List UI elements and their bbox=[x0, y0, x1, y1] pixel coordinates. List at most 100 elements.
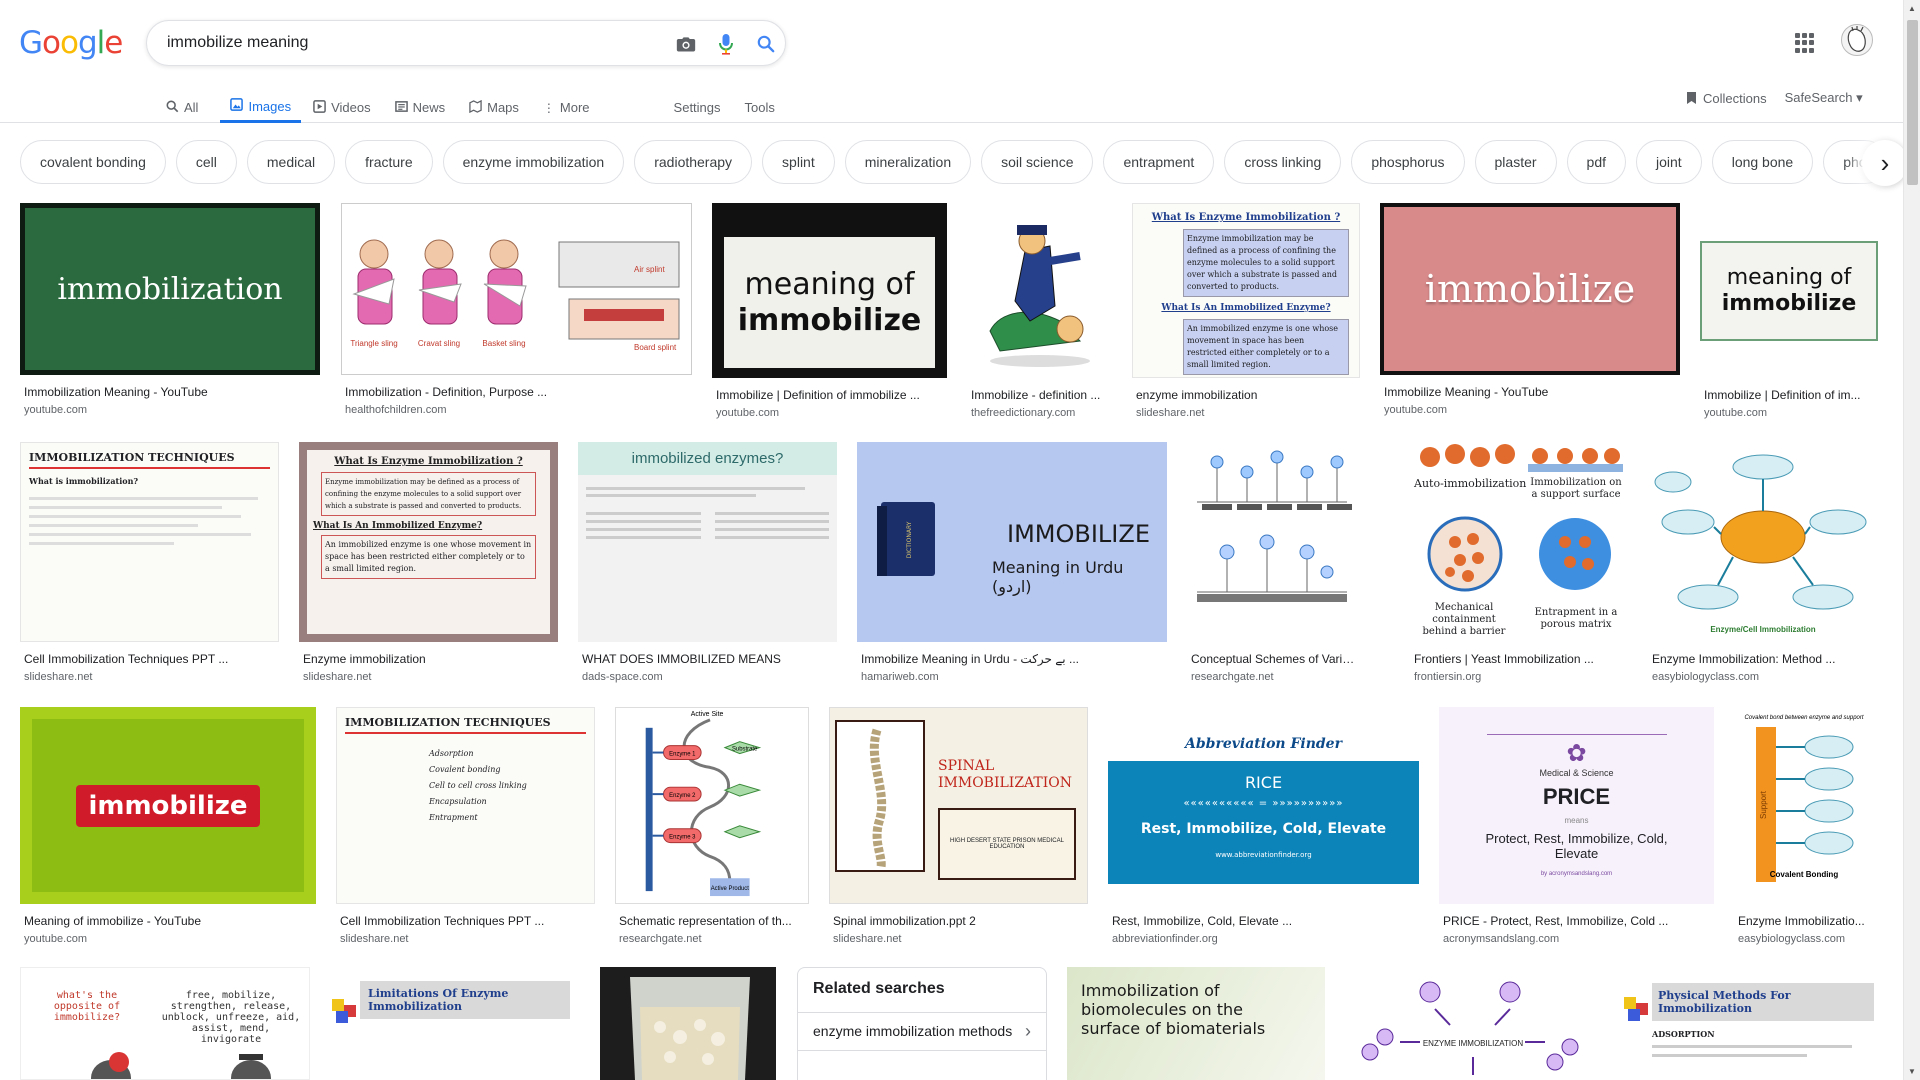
image-result[interactable]: immobilized enzymes? WHAT DOES IMMOBILIZ… bbox=[578, 442, 837, 683]
thumb-text: An immobilized enzyme is one whose movem… bbox=[1183, 319, 1349, 375]
image-result[interactable]: Auto-immobilization Immobilization on a … bbox=[1410, 442, 1628, 683]
image-result[interactable]: what's the opposite of immobilize? free,… bbox=[20, 967, 310, 1080]
image-result[interactable]: IMMOBILIZATION TECHNIQUES What is immobi… bbox=[20, 442, 279, 683]
result-thumbnail: meaning of immobilize bbox=[712, 203, 947, 378]
thumb-text: ADSORPTION bbox=[1652, 1029, 1715, 1039]
image-result[interactable]: DICTIONARY IMMOBILIZE Meaning in Urdu (ا… bbox=[857, 442, 1167, 683]
image-result[interactable]: Active Site Enzyme 1 Enzyme 2 Enzyme 3 S… bbox=[615, 707, 809, 945]
result-thumbnail: Enzyme/Cell Immobilization bbox=[1648, 442, 1878, 642]
image-result[interactable]: immobilize Immobilize Meaning - YouTube … bbox=[1380, 203, 1680, 416]
result-thumbnail: What Is Enzyme Immobilization ? Enzyme i… bbox=[1132, 203, 1360, 378]
thumb-text: Encapsulation bbox=[429, 797, 487, 806]
dictionary-label: DICTIONARY bbox=[906, 521, 913, 558]
result-title: Schematic representation of th... bbox=[619, 914, 792, 928]
result-title: Immobilization - Definition, Purpose ... bbox=[345, 385, 548, 399]
sling-label: Cravat sling bbox=[418, 339, 460, 348]
image-result[interactable]: meaning of immobilize Immobilize | Defin… bbox=[712, 203, 947, 419]
thumb-text: PRICE bbox=[1542, 784, 1611, 809]
image-result[interactable]: What Is Enzyme Immobilization ? Enzyme i… bbox=[299, 442, 558, 683]
thumb-text: Rest, Immobilize, Cold, Elevate bbox=[1140, 821, 1387, 837]
thumb-text: immobilize bbox=[737, 302, 922, 338]
result-thumbnail: immobilization bbox=[20, 203, 320, 375]
thumb-text: IMMOBILIZATION TECHNIQUES bbox=[29, 451, 270, 469]
diagram-label: Enzyme 3 bbox=[669, 835, 696, 841]
image-result[interactable]: Immobilization of biomolecules on the su… bbox=[1067, 967, 1325, 1080]
diagram-label: ENZYME IMMOBILIZATION bbox=[1423, 1039, 1524, 1048]
sling-label: Air splint bbox=[634, 265, 665, 274]
result-thumbnail: IMMOBILIZATION TECHNIQUES What is immobi… bbox=[20, 442, 279, 642]
result-title: Immobilize | Definition of im... bbox=[1704, 388, 1861, 402]
thumb-text: Meaning in Urdu (اردو) bbox=[992, 558, 1124, 596]
image-result[interactable]: Conceptual Schemes of Various ... resear… bbox=[1187, 442, 1357, 683]
result-source: slideshare.net bbox=[1136, 407, 1205, 419]
result-source: thefreedictionary.com bbox=[971, 407, 1076, 419]
result-source: easybiologyclass.com bbox=[1652, 671, 1759, 683]
result-source: dads-space.com bbox=[582, 671, 663, 683]
result-thumbnail: Physical Methods For Immobilization ADSO… bbox=[1618, 967, 1878, 1080]
result-thumbnail: ENZYME IMMOBILIZATION bbox=[1345, 967, 1598, 1080]
result-title: Cell Immobilization Techniques PPT ... bbox=[340, 914, 545, 928]
image-result[interactable]: IMMOBILIZATION TECHNIQUES Adsorption Cov… bbox=[336, 707, 595, 945]
image-result[interactable]: Limitations Of Enzyme Immobilization bbox=[330, 967, 580, 1080]
image-result[interactable]: Abbreviation Finder RICE «««««««««« = »»… bbox=[1108, 707, 1419, 945]
image-result[interactable]: Triangle sling Cravat sling Basket sling… bbox=[341, 203, 692, 416]
result-title: Enzyme Immobilization: Method ... bbox=[1652, 652, 1836, 666]
thumb-text: What Is Enzyme Immobilization ? bbox=[1151, 212, 1341, 223]
image-result[interactable]: Physical Methods For Immobilization ADSO… bbox=[1618, 967, 1878, 1080]
thumb-text: by acronymsandslang.com bbox=[1540, 871, 1613, 877]
thumb-text: Mechanical containment behind a barrier bbox=[1422, 602, 1506, 637]
result-thumbnail: SPINAL IMMOBILIZATION HIGH DESERT STATE … bbox=[829, 707, 1088, 904]
result-title: enzyme immobilization bbox=[1136, 388, 1258, 402]
result-thumbnail: What Is Enzyme Immobilization ? Enzyme i… bbox=[299, 442, 558, 642]
result-title: Immobilize Meaning - YouTube bbox=[1384, 385, 1549, 399]
thumb-text: Cell to cell cross linking bbox=[429, 781, 527, 790]
thumb-text: What is immobilization? bbox=[29, 476, 139, 486]
image-result[interactable] bbox=[600, 967, 776, 1080]
thumb-text: Protect, Rest, Immobilize, Cold, Elevate bbox=[1485, 831, 1668, 861]
result-source: slideshare.net bbox=[303, 671, 372, 683]
result-thumbnail: immobilize bbox=[1380, 203, 1680, 375]
thumb-text: immobilize bbox=[76, 784, 260, 827]
diagram-label: Enzyme 2 bbox=[669, 793, 695, 799]
thumb-text: means bbox=[1564, 816, 1589, 825]
related-search-item[interactable]: enzyme immobilization methods › bbox=[798, 1013, 1046, 1051]
image-result[interactable]: meaning of immobilize Immobilize | Defin… bbox=[1700, 203, 1878, 419]
image-result[interactable]: Immobilize - definition ... thefreedicti… bbox=[967, 203, 1112, 419]
scrollbar-thumb[interactable] bbox=[1907, 20, 1918, 185]
related-title: Related searches bbox=[798, 968, 1046, 1013]
image-results: immobilization Immobilization Meaning - … bbox=[0, 0, 1920, 1080]
image-result[interactable]: Enzyme/Cell Immobilization Enzyme Immobi… bbox=[1648, 442, 1878, 683]
image-result[interactable]: immobilization Immobilization Meaning - … bbox=[20, 203, 320, 416]
diagram-label: Covalent bond between enzyme and support bbox=[1744, 715, 1863, 721]
result-thumbnail: what's the opposite of immobilize? free,… bbox=[20, 967, 310, 1080]
related-search-label: enzyme immobilization methods bbox=[813, 1023, 1013, 1039]
image-result[interactable]: immobilize Meaning of immobilize - YouTu… bbox=[20, 707, 316, 945]
thumb-text: immobilization bbox=[57, 271, 283, 307]
chevron-right-icon: › bbox=[1025, 1021, 1031, 1041]
thumb-text: what's the opposite of immobilize? bbox=[53, 990, 121, 1023]
image-result[interactable]: Support Covalent bond between enzyme and… bbox=[1734, 707, 1878, 945]
result-title: Immobilize | Definition of immobilize ..… bbox=[716, 388, 920, 402]
result-source: acronymsandslang.com bbox=[1443, 933, 1560, 945]
sling-label: Basket sling bbox=[482, 339, 525, 348]
result-title: Immobilization Meaning - YouTube bbox=[24, 385, 208, 399]
thumb-text: Physical Methods For Immobilization bbox=[1652, 983, 1874, 1021]
result-source: slideshare.net bbox=[833, 933, 902, 945]
thumb-text: RICE bbox=[1244, 773, 1283, 792]
thumb-text: HIGH DESERT STATE PRISON MEDICAL EDUCATI… bbox=[938, 808, 1076, 880]
scroll-down-icon[interactable]: ▼ bbox=[1908, 1067, 1916, 1076]
scroll-up-icon[interactable]: ▲ bbox=[1908, 4, 1916, 13]
image-result[interactable]: ✿ Medical & Science PRICE means Protect,… bbox=[1439, 707, 1714, 945]
thumb-text: Adsorption bbox=[429, 749, 474, 758]
result-thumbnail: IMMOBILIZATION TECHNIQUES Adsorption Cov… bbox=[336, 707, 595, 904]
diagram-label: Enzyme/Cell Immobilization bbox=[1710, 625, 1815, 634]
image-result[interactable]: ENZYME IMMOBILIZATION bbox=[1345, 967, 1598, 1080]
result-title: Rest, Immobilize, Cold, Elevate ... bbox=[1112, 914, 1293, 928]
thumb-text: meaning of bbox=[1726, 264, 1852, 290]
page-scrollbar[interactable]: ▲ ▼ bbox=[1903, 0, 1920, 1080]
image-result[interactable]: What Is Enzyme Immobilization ? Enzyme i… bbox=[1132, 203, 1360, 419]
result-thumbnail: Abbreviation Finder RICE «««««««««« = »»… bbox=[1108, 707, 1419, 904]
image-result[interactable]: SPINAL IMMOBILIZATION HIGH DESERT STATE … bbox=[829, 707, 1088, 945]
result-source: easybiologyclass.com bbox=[1738, 933, 1845, 945]
thumb-text: www.abbreviationfinder.org bbox=[1215, 851, 1312, 859]
